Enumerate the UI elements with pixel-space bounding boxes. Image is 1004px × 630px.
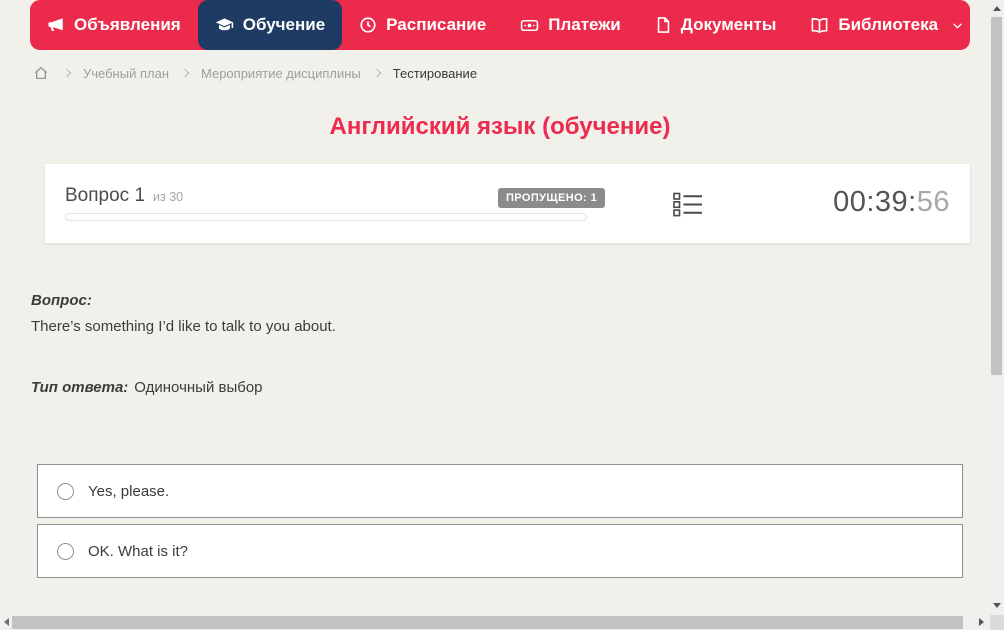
vertical-scrollbar-thumb[interactable]	[991, 17, 1002, 375]
megaphone-icon	[47, 16, 65, 34]
skipped-badge: ПРОПУЩЕНО: 1	[498, 188, 605, 208]
scroll-right-arrow-icon[interactable]	[979, 618, 984, 626]
nav-label: Платежи	[548, 15, 621, 35]
answer-type-label: Тип ответа:	[31, 379, 128, 396]
breadcrumb-item-curriculum[interactable]: Учебный план	[79, 66, 173, 81]
breadcrumb: Учебный план Мероприятие дисциплины Тест…	[33, 63, 481, 83]
main-navbar: Объявления Обучение Расписание Платежи Д…	[30, 0, 970, 50]
question-text: There’s something I’d like to talk to yo…	[31, 318, 336, 335]
nav-label: Библиотека	[838, 15, 938, 35]
radio-button[interactable]	[57, 543, 74, 560]
question-number: Вопрос 1 из 30	[65, 185, 183, 207]
scroll-up-arrow-icon[interactable]	[993, 6, 1001, 11]
chevron-down-icon	[951, 19, 964, 32]
question-total-label: из 30	[153, 190, 183, 204]
answer-option-1[interactable]: Yes, please.	[37, 464, 963, 518]
nav-item-payments[interactable]: Платежи	[503, 0, 638, 50]
answer-type-row: Тип ответа: Одиночный выбор	[31, 379, 263, 396]
document-icon	[655, 16, 672, 34]
scroll-down-arrow-icon[interactable]	[993, 603, 1001, 608]
scroll-left-arrow-icon[interactable]	[4, 618, 9, 626]
book-icon	[810, 16, 829, 35]
timer-hours-minutes: 00:39:	[833, 186, 917, 218]
scrollbar-corner	[990, 615, 1004, 630]
chevron-right-icon	[373, 69, 381, 77]
timer: 00:39:56	[833, 186, 950, 219]
home-icon[interactable]	[33, 65, 49, 81]
question-header-card: Вопрос 1 из 30 ПРОПУЩЕНО: 1 00:39:56	[45, 164, 970, 243]
nav-item-library[interactable]: Библиотека	[793, 0, 981, 50]
graduation-cap-icon	[215, 16, 234, 35]
vertical-scrollbar[interactable]	[990, 0, 1004, 615]
answer-type-value: Одиночный выбор	[134, 379, 262, 396]
breadcrumb-item-discipline-event[interactable]: Мероприятие дисциплины	[197, 66, 365, 81]
chevron-right-icon	[63, 69, 71, 77]
answer-option-2[interactable]: OK. What is it?	[37, 524, 963, 578]
horizontal-scrollbar-thumb[interactable]	[12, 616, 963, 629]
answer-option-label: OK. What is it?	[88, 543, 188, 560]
nav-label: Расписание	[386, 15, 486, 35]
radio-button[interactable]	[57, 483, 74, 500]
question-number-label: Вопрос 1	[65, 185, 145, 207]
nav-item-learning[interactable]: Обучение	[198, 0, 342, 50]
clock-icon	[359, 16, 377, 34]
answer-options: Yes, please. OK. What is it?	[37, 464, 963, 584]
banknote-icon	[520, 16, 539, 35]
page-title: Английский язык (обучение)	[0, 113, 1000, 141]
nav-item-documents[interactable]: Документы	[638, 0, 794, 50]
progress-bar	[65, 213, 587, 221]
nav-label: Документы	[681, 15, 777, 35]
answer-option-label: Yes, please.	[88, 483, 169, 500]
nav-item-announcements[interactable]: Объявления	[30, 0, 198, 50]
horizontal-scrollbar[interactable]	[0, 615, 990, 630]
breadcrumb-item-testing: Тестирование	[389, 66, 481, 81]
nav-item-schedule[interactable]: Расписание	[342, 0, 503, 50]
chevron-right-icon	[181, 69, 189, 77]
timer-seconds: 56	[917, 186, 950, 218]
nav-label: Обучение	[243, 15, 325, 35]
question-list-icon[interactable]	[673, 192, 702, 222]
nav-label: Объявления	[74, 15, 181, 35]
question-label: Вопрос:	[31, 292, 92, 309]
